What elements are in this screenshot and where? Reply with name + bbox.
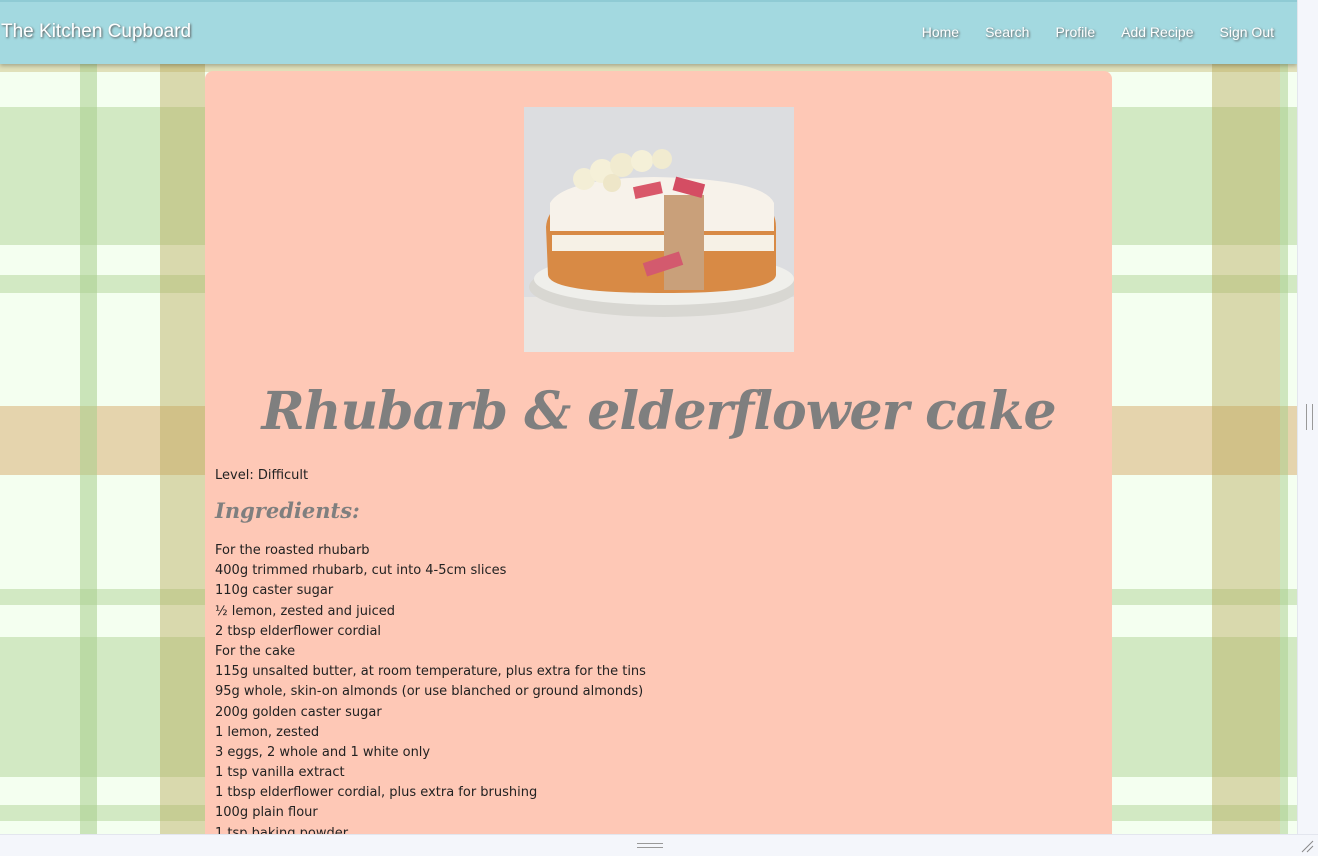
ingredients-heading: Ingredients: [215,498,360,523]
ingredient-item: 200g golden caster sugar [215,704,382,720]
ingredient-item: 3 eggs, 2 whole and 1 white only [215,744,431,760]
plaid-stripe [1280,0,1288,834]
ingredient-item: 100g plain flour [215,805,318,821]
site-brand[interactable]: The Kitchen Cupboard [1,21,191,43]
ingredient-item: 110g caster sugar [215,583,334,599]
ingredient-item: 2 tbsp elderflower cordial [215,623,382,639]
resize-grip-icon[interactable] [637,843,663,848]
nav-links: Home Search Profile Add Recipe Sign Out [909,24,1287,40]
ingredients-list: For the roasted rhubarb 400g trimmed rhu… [215,541,646,834]
nav-link-sign-out[interactable]: Sign Out [1207,24,1287,40]
horizontal-resize-bar[interactable] [0,834,1318,856]
ingredient-item: 400g trimmed rhubarb, cut into 4-5cm sli… [215,563,507,579]
navbar: The Kitchen Cupboard Home Search Profile… [0,0,1297,64]
nav-link-add-recipe[interactable]: Add Recipe [1108,24,1206,40]
recipe-card: Rhubarb & elderflower cake Level: Diffic… [205,71,1112,834]
ingredient-item: 1 tbsp elderflower cordial, plus extra f… [215,785,538,801]
ingredient-item: ½ lemon, zested and juiced [215,603,395,619]
plaid-stripe [160,0,205,834]
plaid-stripe [80,0,97,834]
plaid-stripe [1212,0,1280,834]
cake-photo-icon [524,107,794,352]
scrollbar-grip-icon[interactable] [1306,404,1313,430]
ingredient-item: 1 tsp baking powder [215,825,349,834]
recipe-title: Rhubarb & elderflower cake [261,381,1056,442]
difficulty-level: Level: Difficult [215,468,309,483]
vertical-scrollbar[interactable] [1297,0,1318,834]
ingredient-item: For the cake [215,643,296,659]
resize-corner-icon[interactable] [1300,839,1314,853]
ingredient-item: 1 tsp vanilla extract [215,765,345,781]
ingredient-item: 95g whole, skin-on almonds (or use blanc… [215,684,644,700]
recipe-image [524,107,794,352]
page-viewport: The Kitchen Cupboard Home Search Profile… [0,0,1297,834]
nav-link-search[interactable]: Search [972,24,1042,40]
ingredient-item: 1 lemon, zested [215,724,320,740]
nav-link-home[interactable]: Home [909,24,972,40]
ingredient-item: For the roasted rhubarb [215,543,370,558]
ingredient-item: 115g unsalted butter, at room temperatur… [215,664,646,680]
nav-link-profile[interactable]: Profile [1042,24,1108,40]
